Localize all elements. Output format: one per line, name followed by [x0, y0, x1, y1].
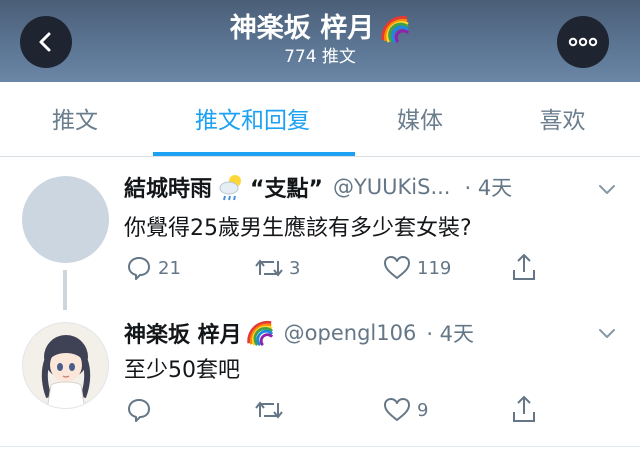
- thread-connector: [63, 270, 67, 310]
- retweet-icon: [255, 401, 283, 419]
- tabs-divider: [0, 156, 640, 157]
- tweet-author-name-suffix: “支點”: [250, 177, 323, 202]
- more-button[interactable]: [557, 16, 609, 68]
- retweet-button[interactable]: [255, 397, 289, 423]
- profile-tabs: 推文 推文和回复 媒体 喜欢: [0, 82, 640, 156]
- tweet-handle[interactable]: @YUUKiS...: [333, 175, 451, 199]
- anime-girl-avatar-image: [41, 335, 91, 408]
- tweet-handle[interactable]: @opengl106: [284, 321, 417, 345]
- like-count: 9: [417, 399, 429, 421]
- tab-tweets-and-replies[interactable]: 推文和回复: [150, 82, 355, 154]
- share-icon: [513, 396, 535, 422]
- more-dots-icon: [568, 37, 598, 47]
- retweet-icon: [255, 259, 283, 277]
- header-display-name: 神楽坂 梓月: [229, 13, 375, 44]
- rainbow-icon: [381, 16, 410, 44]
- reply-button[interactable]: 21: [126, 255, 181, 281]
- like-count: 119: [417, 257, 452, 279]
- header-title: 神楽坂 梓月: [0, 12, 640, 46]
- tweet-text: 你覺得25歲男生應該有多少套女裝?: [124, 216, 472, 241]
- retweet-count: 3: [289, 257, 301, 279]
- tab-likes[interactable]: 喜欢: [485, 82, 640, 154]
- heart-icon: [384, 256, 410, 279]
- header-tweet-count: 774 推文: [284, 47, 356, 67]
- chevron-down-icon[interactable]: [596, 178, 618, 200]
- tweet-time[interactable]: · 4天: [426, 318, 474, 348]
- like-button[interactable]: 9: [383, 397, 428, 423]
- tweet-divider: [0, 446, 640, 447]
- reply-icon: [128, 399, 150, 422]
- reply-button[interactable]: [126, 397, 158, 423]
- tweet-header: 神楽坂 梓月 @opengl106 · 4天: [124, 318, 474, 348]
- tweet-text: 至少50套吧: [124, 358, 240, 383]
- tweet-time[interactable]: · 4天: [464, 172, 512, 202]
- retweet-button[interactable]: 3: [255, 255, 300, 281]
- tweet-author-name[interactable]: 神楽坂 梓月: [124, 317, 242, 349]
- share-icon: [513, 254, 535, 280]
- reply-count: 21: [158, 257, 181, 279]
- like-button[interactable]: 119: [383, 255, 451, 281]
- profile-header: 神楽坂 梓月 774 推文: [0, 0, 640, 82]
- heart-icon: [384, 398, 410, 421]
- tab-tweets[interactable]: 推文: [0, 82, 150, 154]
- tweet-header: 結城時雨 “支點” @YUUKiS... · 4天: [124, 172, 512, 202]
- rainbow-icon: [246, 320, 273, 347]
- chevron-down-icon[interactable]: [596, 322, 618, 344]
- weather-cloud-icon: [219, 175, 242, 201]
- reply-icon: [128, 257, 150, 280]
- avatar[interactable]: [22, 322, 109, 409]
- share-button[interactable]: [511, 253, 537, 281]
- tweet-author-name[interactable]: 結城時雨: [124, 171, 212, 203]
- tab-media[interactable]: 媒体: [355, 82, 485, 154]
- share-button[interactable]: [511, 395, 537, 423]
- avatar[interactable]: [22, 176, 109, 263]
